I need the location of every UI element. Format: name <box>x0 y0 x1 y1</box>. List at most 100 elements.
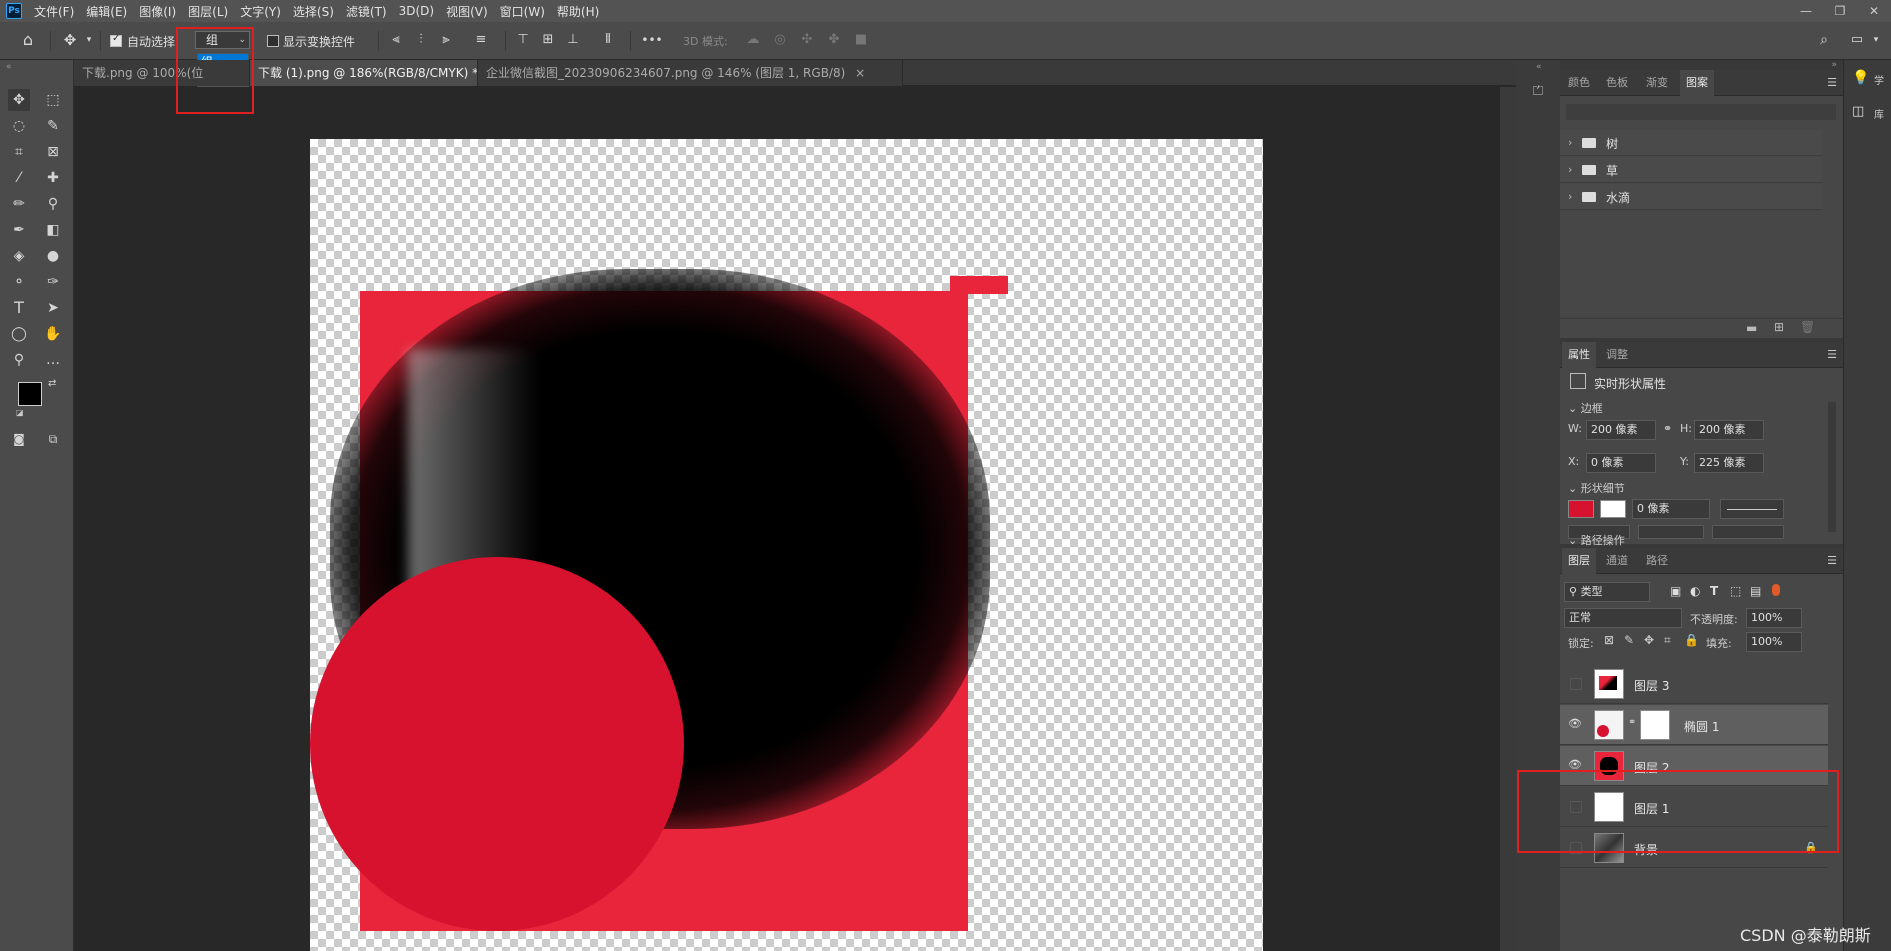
tab-close-icon[interactable]: × <box>855 66 865 80</box>
chevron-down-icon[interactable]: ▾ <box>84 32 94 48</box>
lock-artboard-icon[interactable]: ⌗ <box>1664 633 1671 648</box>
eraser-tool-icon[interactable]: ◧ <box>42 219 64 241</box>
collapse-arrows-icon[interactable]: « <box>6 62 12 72</box>
path-ops-toggle[interactable]: ⌄ 路径操作 <box>1568 532 1625 548</box>
filter-shape-icon[interactable]: ⬚ <box>1730 584 1741 598</box>
tab-gradients[interactable]: 渐变 <box>1640 70 1674 96</box>
stroke-color-swatch[interactable] <box>1600 500 1626 518</box>
lock-position-icon[interactable]: ✥ <box>1644 633 1654 647</box>
distribute-vertical-icon[interactable]: ⦀ <box>600 32 616 48</box>
tab-channels[interactable]: 通道 <box>1600 548 1634 574</box>
tab-patterns[interactable]: 图案 <box>1680 70 1714 96</box>
eyedropper-tool-icon[interactable]: ⁄ <box>8 167 30 189</box>
history-brush-tool-icon[interactable]: ✒ <box>8 219 30 241</box>
opacity-input[interactable]: 100% <box>1746 608 1802 628</box>
menu-help[interactable]: 帮助(H) <box>551 3 605 20</box>
visibility-toggle[interactable] <box>1570 678 1582 690</box>
vertical-scrollbar[interactable] <box>1500 87 1516 951</box>
height-input[interactable]: 200 像素 <box>1694 420 1764 440</box>
dodge-tool-icon[interactable]: ⚬ <box>8 271 30 293</box>
document-canvas[interactable] <box>310 139 1263 951</box>
panel-menu-icon[interactable]: ☰ <box>1827 348 1837 361</box>
workspace-icon[interactable]: ▭ <box>1848 32 1866 48</box>
layer-row[interactable]: 👁 ⚭ 椭圆 1 <box>1560 705 1828 745</box>
filter-toggle-icon[interactable] <box>1772 584 1780 596</box>
y-input[interactable]: 225 像素 <box>1694 453 1764 473</box>
quick-mask-icon[interactable]: ◙ <box>8 428 30 450</box>
history-icon[interactable]: ⏍ <box>1528 84 1548 104</box>
filter-adjustment-icon[interactable]: ◐ <box>1690 584 1700 598</box>
home-icon[interactable]: ⌂ <box>18 32 38 48</box>
healing-brush-tool-icon[interactable]: ✚ <box>42 167 64 189</box>
align-left-icon[interactable]: ⫷ <box>388 32 404 48</box>
brush-tool-icon[interactable]: ✏ <box>8 193 30 215</box>
eye-icon[interactable]: 👁 <box>1568 717 1582 731</box>
restore-button[interactable]: ❐ <box>1823 0 1857 22</box>
minimize-button[interactable]: — <box>1789 0 1823 22</box>
zoom-tool-icon[interactable]: ⚲ <box>8 349 30 371</box>
stroke-caps-dropdown[interactable] <box>1638 525 1704 539</box>
foreground-color-swatch[interactable] <box>18 382 42 406</box>
move-tool-icon[interactable]: ✥ <box>60 32 80 48</box>
close-window-button[interactable]: ✕ <box>1857 0 1891 22</box>
filter-type-icon[interactable]: T <box>1710 584 1718 598</box>
layer-row[interactable]: 图层 3 <box>1560 664 1828 704</box>
menu-select[interactable]: 选择(S) <box>287 3 340 20</box>
menu-3d[interactable]: 3D(D) <box>393 4 440 18</box>
fill-color-swatch[interactable] <box>1568 500 1594 518</box>
menu-layer[interactable]: 图层(L) <box>182 3 234 20</box>
new-group-icon[interactable]: ▬ <box>1746 321 1757 335</box>
hand-tool-icon[interactable]: ✋ <box>42 323 64 345</box>
properties-scrollbar[interactable] <box>1828 402 1836 532</box>
blur-tool-icon[interactable]: ● <box>42 245 64 267</box>
pattern-search-field[interactable] <box>1566 104 1836 120</box>
screen-mode-icon[interactable]: ⧉ <box>42 428 64 450</box>
panel-menu-icon[interactable]: ☰ <box>1827 554 1837 567</box>
shape-details-toggle[interactable]: ⌄ 形状细节 <box>1568 480 1625 496</box>
crop-tool-icon[interactable]: ⌗ <box>8 141 30 163</box>
menu-type[interactable]: 文字(Y) <box>234 3 287 20</box>
tab-color[interactable]: 颜色 <box>1562 70 1596 96</box>
tab-adjustments[interactable]: 调整 <box>1600 342 1634 368</box>
width-input[interactable]: 200 像素 <box>1586 420 1656 440</box>
panel-menu-icon[interactable]: ☰ <box>1827 76 1837 89</box>
menu-file[interactable]: 文件(F) <box>28 3 80 20</box>
lock-pixels-icon[interactable]: ✎ <box>1624 633 1634 647</box>
distribute-icon[interactable]: ≡ <box>473 32 489 48</box>
workspace-chevron-icon[interactable]: ▾ <box>1870 32 1882 48</box>
tab-layers[interactable]: 图层 <box>1562 548 1596 574</box>
pattern-folder-tree[interactable]: › 树 <box>1560 130 1822 156</box>
lasso-tool-icon[interactable]: ◌ <box>8 115 30 137</box>
frame-tool-icon[interactable]: ⊠ <box>42 141 64 163</box>
tab-paths[interactable]: 路径 <box>1640 548 1674 574</box>
tab-properties[interactable]: 属性 <box>1562 342 1596 368</box>
type-tool-icon[interactable]: T <box>8 297 30 319</box>
move-tool-icon[interactable]: ✥ <box>8 89 30 111</box>
tab-document-3[interactable]: 企业微信截图_20230906234607.png @ 146% (图层 1, … <box>478 60 903 86</box>
x-input[interactable]: 0 像素 <box>1586 453 1656 473</box>
pattern-folder-grass[interactable]: › 草 <box>1560 157 1822 183</box>
align-top-icon[interactable]: ⊤ <box>515 32 531 48</box>
stroke-corners-dropdown[interactable] <box>1712 525 1784 539</box>
stroke-width-input[interactable]: 0 像素 <box>1632 499 1710 519</box>
layer-filter-dropdown[interactable]: ⚲ 类型 <box>1564 582 1650 602</box>
path-select-tool-icon[interactable]: ➤ <box>42 297 64 319</box>
lock-transparent-icon[interactable]: ⊠ <box>1604 633 1614 647</box>
tab-document-2[interactable]: 下载 (1).png @ 186%(RGB/8/CMYK) * × <box>250 60 478 86</box>
menu-view[interactable]: 视图(V) <box>440 3 494 20</box>
pattern-folder-waterdrop[interactable]: › 水滴 <box>1560 184 1822 210</box>
marquee-tool-icon[interactable]: ⬚ <box>42 89 64 111</box>
quick-select-tool-icon[interactable]: ✎ <box>42 115 64 137</box>
more-tools-icon[interactable]: … <box>42 349 64 371</box>
expand-arrows-icon[interactable]: » <box>1831 60 1837 70</box>
default-colors-icon[interactable]: ◪ <box>16 408 24 417</box>
swap-colors-icon[interactable]: ⇄ <box>48 378 56 389</box>
more-options-icon[interactable]: ••• <box>640 32 664 48</box>
menu-window[interactable]: 窗口(W) <box>494 3 551 20</box>
new-pattern-icon[interactable]: ⊞ <box>1774 320 1784 334</box>
fill-input[interactable]: 100% <box>1746 632 1802 652</box>
menu-edit[interactable]: 编辑(E) <box>80 3 133 20</box>
pen-tool-icon[interactable]: ✑ <box>42 271 64 293</box>
blend-mode-dropdown[interactable]: 正常 <box>1564 608 1682 628</box>
filter-pixel-icon[interactable]: ▣ <box>1670 584 1681 598</box>
